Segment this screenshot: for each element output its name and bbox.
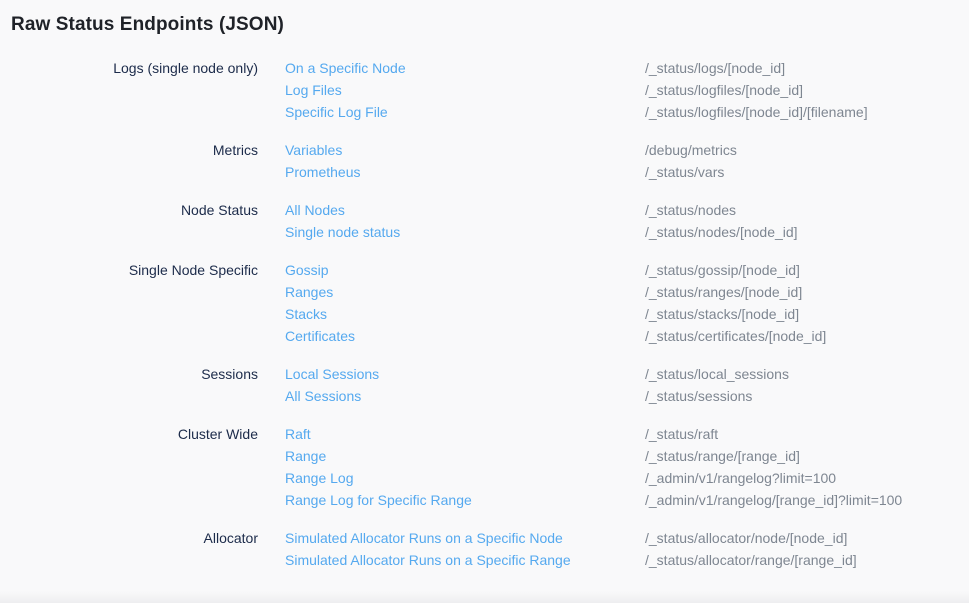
category-label: Metrics: [0, 139, 258, 161]
links-column: Local SessionsAll Sessions: [258, 363, 645, 407]
endpoint-link[interactable]: Range: [285, 445, 326, 467]
endpoint-group: Single Node Specific GossipRangesStacksC…: [0, 259, 969, 347]
endpoint-group: Sessions Local SessionsAll Sessions /_st…: [0, 363, 969, 407]
endpoints-column: /debug/metrics/_status/vars: [645, 139, 969, 183]
endpoint-path: /_status/logfiles/[node_id]: [645, 79, 969, 101]
endpoint-path: /_admin/v1/rangelog/[range_id]?limit=100: [645, 489, 969, 511]
links-column: On a Specific NodeLog FilesSpecific Log …: [258, 57, 645, 123]
bottom-edge-shade: [0, 591, 969, 603]
endpoints-column: /_status/gossip/[node_id]/_status/ranges…: [645, 259, 969, 347]
endpoint-group: Logs (single node only) On a Specific No…: [0, 57, 969, 123]
endpoint-path: /_status/certificates/[node_id]: [645, 325, 969, 347]
endpoint-path: /_status/stacks/[node_id]: [645, 303, 969, 325]
links-column: VariablesPrometheus: [258, 139, 645, 183]
endpoint-link[interactable]: Single node status: [285, 221, 400, 243]
endpoint-path: /_admin/v1/rangelog?limit=100: [645, 467, 969, 489]
endpoints-column: /_status/allocator/node/[node_id]/_statu…: [645, 527, 969, 571]
category-cell: Sessions: [0, 363, 258, 407]
category-cell: Node Status: [0, 199, 258, 243]
endpoint-group: Node Status All NodesSingle node status …: [0, 199, 969, 243]
category-label: Node Status: [0, 199, 258, 221]
category-label: Allocator: [0, 527, 258, 549]
category-cell: Cluster Wide: [0, 423, 258, 511]
endpoint-group: Metrics VariablesPrometheus /debug/metri…: [0, 139, 969, 183]
category-label: Sessions: [0, 363, 258, 385]
endpoint-link[interactable]: Local Sessions: [285, 363, 379, 385]
links-column: All NodesSingle node status: [258, 199, 645, 243]
endpoint-link[interactable]: On a Specific Node: [285, 57, 406, 79]
endpoint-link[interactable]: Ranges: [285, 281, 333, 303]
endpoint-path: /_status/allocator/range/[range_id]: [645, 549, 969, 571]
endpoint-path: /_status/raft: [645, 423, 969, 445]
endpoint-link[interactable]: Raft: [285, 423, 311, 445]
endpoint-path: /_status/allocator/node/[node_id]: [645, 527, 969, 549]
endpoint-link[interactable]: Certificates: [285, 325, 355, 347]
endpoint-link[interactable]: Simulated Allocator Runs on a Specific R…: [285, 549, 571, 571]
category-cell: Metrics: [0, 139, 258, 183]
endpoint-link[interactable]: All Nodes: [285, 199, 345, 221]
endpoint-path: /_status/logfiles/[node_id]/[filename]: [645, 101, 969, 123]
endpoint-path: /_status/logs/[node_id]: [645, 57, 969, 79]
endpoint-link[interactable]: Range Log for Specific Range: [285, 489, 472, 511]
raw-status-endpoints-page: Raw Status Endpoints (JSON) Logs (single…: [0, 0, 969, 603]
links-column: Simulated Allocator Runs on a Specific N…: [258, 527, 645, 571]
endpoint-group: Allocator Simulated Allocator Runs on a …: [0, 527, 969, 571]
endpoints-column: /_status/local_sessions/_status/sessions: [645, 363, 969, 407]
endpoints-column: /_status/raft/_status/range/[range_id]/_…: [645, 423, 969, 511]
endpoint-path: /_status/gossip/[node_id]: [645, 259, 969, 281]
endpoint-link[interactable]: Variables: [285, 139, 342, 161]
endpoint-link[interactable]: Stacks: [285, 303, 327, 325]
category-cell: Allocator: [0, 527, 258, 571]
endpoint-table: Logs (single node only) On a Specific No…: [0, 57, 969, 571]
endpoint-link[interactable]: Log Files: [285, 79, 342, 101]
endpoint-path: /_status/vars: [645, 161, 969, 183]
endpoint-group: Cluster Wide RaftRangeRange LogRange Log…: [0, 423, 969, 511]
endpoint-path: /_status/range/[range_id]: [645, 445, 969, 467]
category-cell: Single Node Specific: [0, 259, 258, 347]
endpoint-path: /_status/nodes/[node_id]: [645, 221, 969, 243]
endpoints-column: /_status/logs/[node_id]/_status/logfiles…: [645, 57, 969, 123]
category-cell: Logs (single node only): [0, 57, 258, 123]
endpoint-path: /_status/ranges/[node_id]: [645, 281, 969, 303]
endpoint-path: /_status/sessions: [645, 385, 969, 407]
endpoint-link[interactable]: All Sessions: [285, 385, 361, 407]
links-column: GossipRangesStacksCertificates: [258, 259, 645, 347]
endpoint-link[interactable]: Range Log: [285, 467, 354, 489]
endpoint-link[interactable]: Gossip: [285, 259, 329, 281]
category-label: Logs (single node only): [0, 57, 258, 79]
links-column: RaftRangeRange LogRange Log for Specific…: [258, 423, 645, 511]
page-title: Raw Status Endpoints (JSON): [0, 0, 969, 37]
endpoint-link[interactable]: Specific Log File: [285, 101, 388, 123]
category-label: Cluster Wide: [0, 423, 258, 445]
category-label: Single Node Specific: [0, 259, 258, 281]
endpoint-link[interactable]: Simulated Allocator Runs on a Specific N…: [285, 527, 563, 549]
endpoint-path: /_status/nodes: [645, 199, 969, 221]
endpoint-path: /_status/local_sessions: [645, 363, 969, 385]
endpoints-column: /_status/nodes/_status/nodes/[node_id]: [645, 199, 969, 243]
endpoint-path: /debug/metrics: [645, 139, 969, 161]
endpoint-link[interactable]: Prometheus: [285, 161, 360, 183]
